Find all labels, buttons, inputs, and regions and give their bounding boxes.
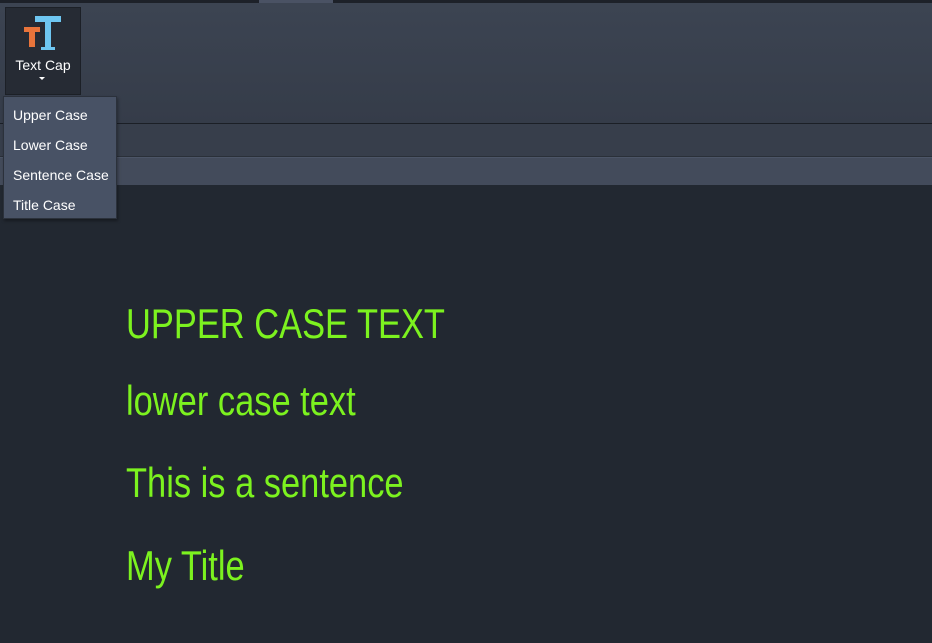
menu-item-title-case[interactable]: Title Case [4, 190, 116, 220]
tertiary-toolbar [0, 157, 932, 185]
text-case-icon [24, 16, 61, 50]
canvas-text-upper[interactable]: UPPER CASE TEXT [126, 300, 445, 348]
ribbon-toolbar [0, 3, 932, 124]
canvas-text-sentence[interactable]: This is a sentence [126, 459, 404, 507]
caret-down-icon [39, 77, 45, 80]
canvas-text-lower[interactable]: lower case text [126, 377, 356, 425]
canvas-text-title[interactable]: My Title [126, 542, 245, 590]
menu-item-lower-case[interactable]: Lower Case [4, 130, 116, 160]
text-cap-button[interactable]: Text Cap [5, 7, 81, 95]
menu-item-upper-case[interactable]: Upper Case [4, 100, 116, 130]
menu-item-sentence-case[interactable]: Sentence Case [4, 160, 116, 190]
text-cap-label: Text Cap [15, 57, 71, 73]
text-cap-dropdown: Upper Case Lower Case Sentence Case Titl… [3, 96, 117, 219]
secondary-toolbar [0, 124, 932, 157]
